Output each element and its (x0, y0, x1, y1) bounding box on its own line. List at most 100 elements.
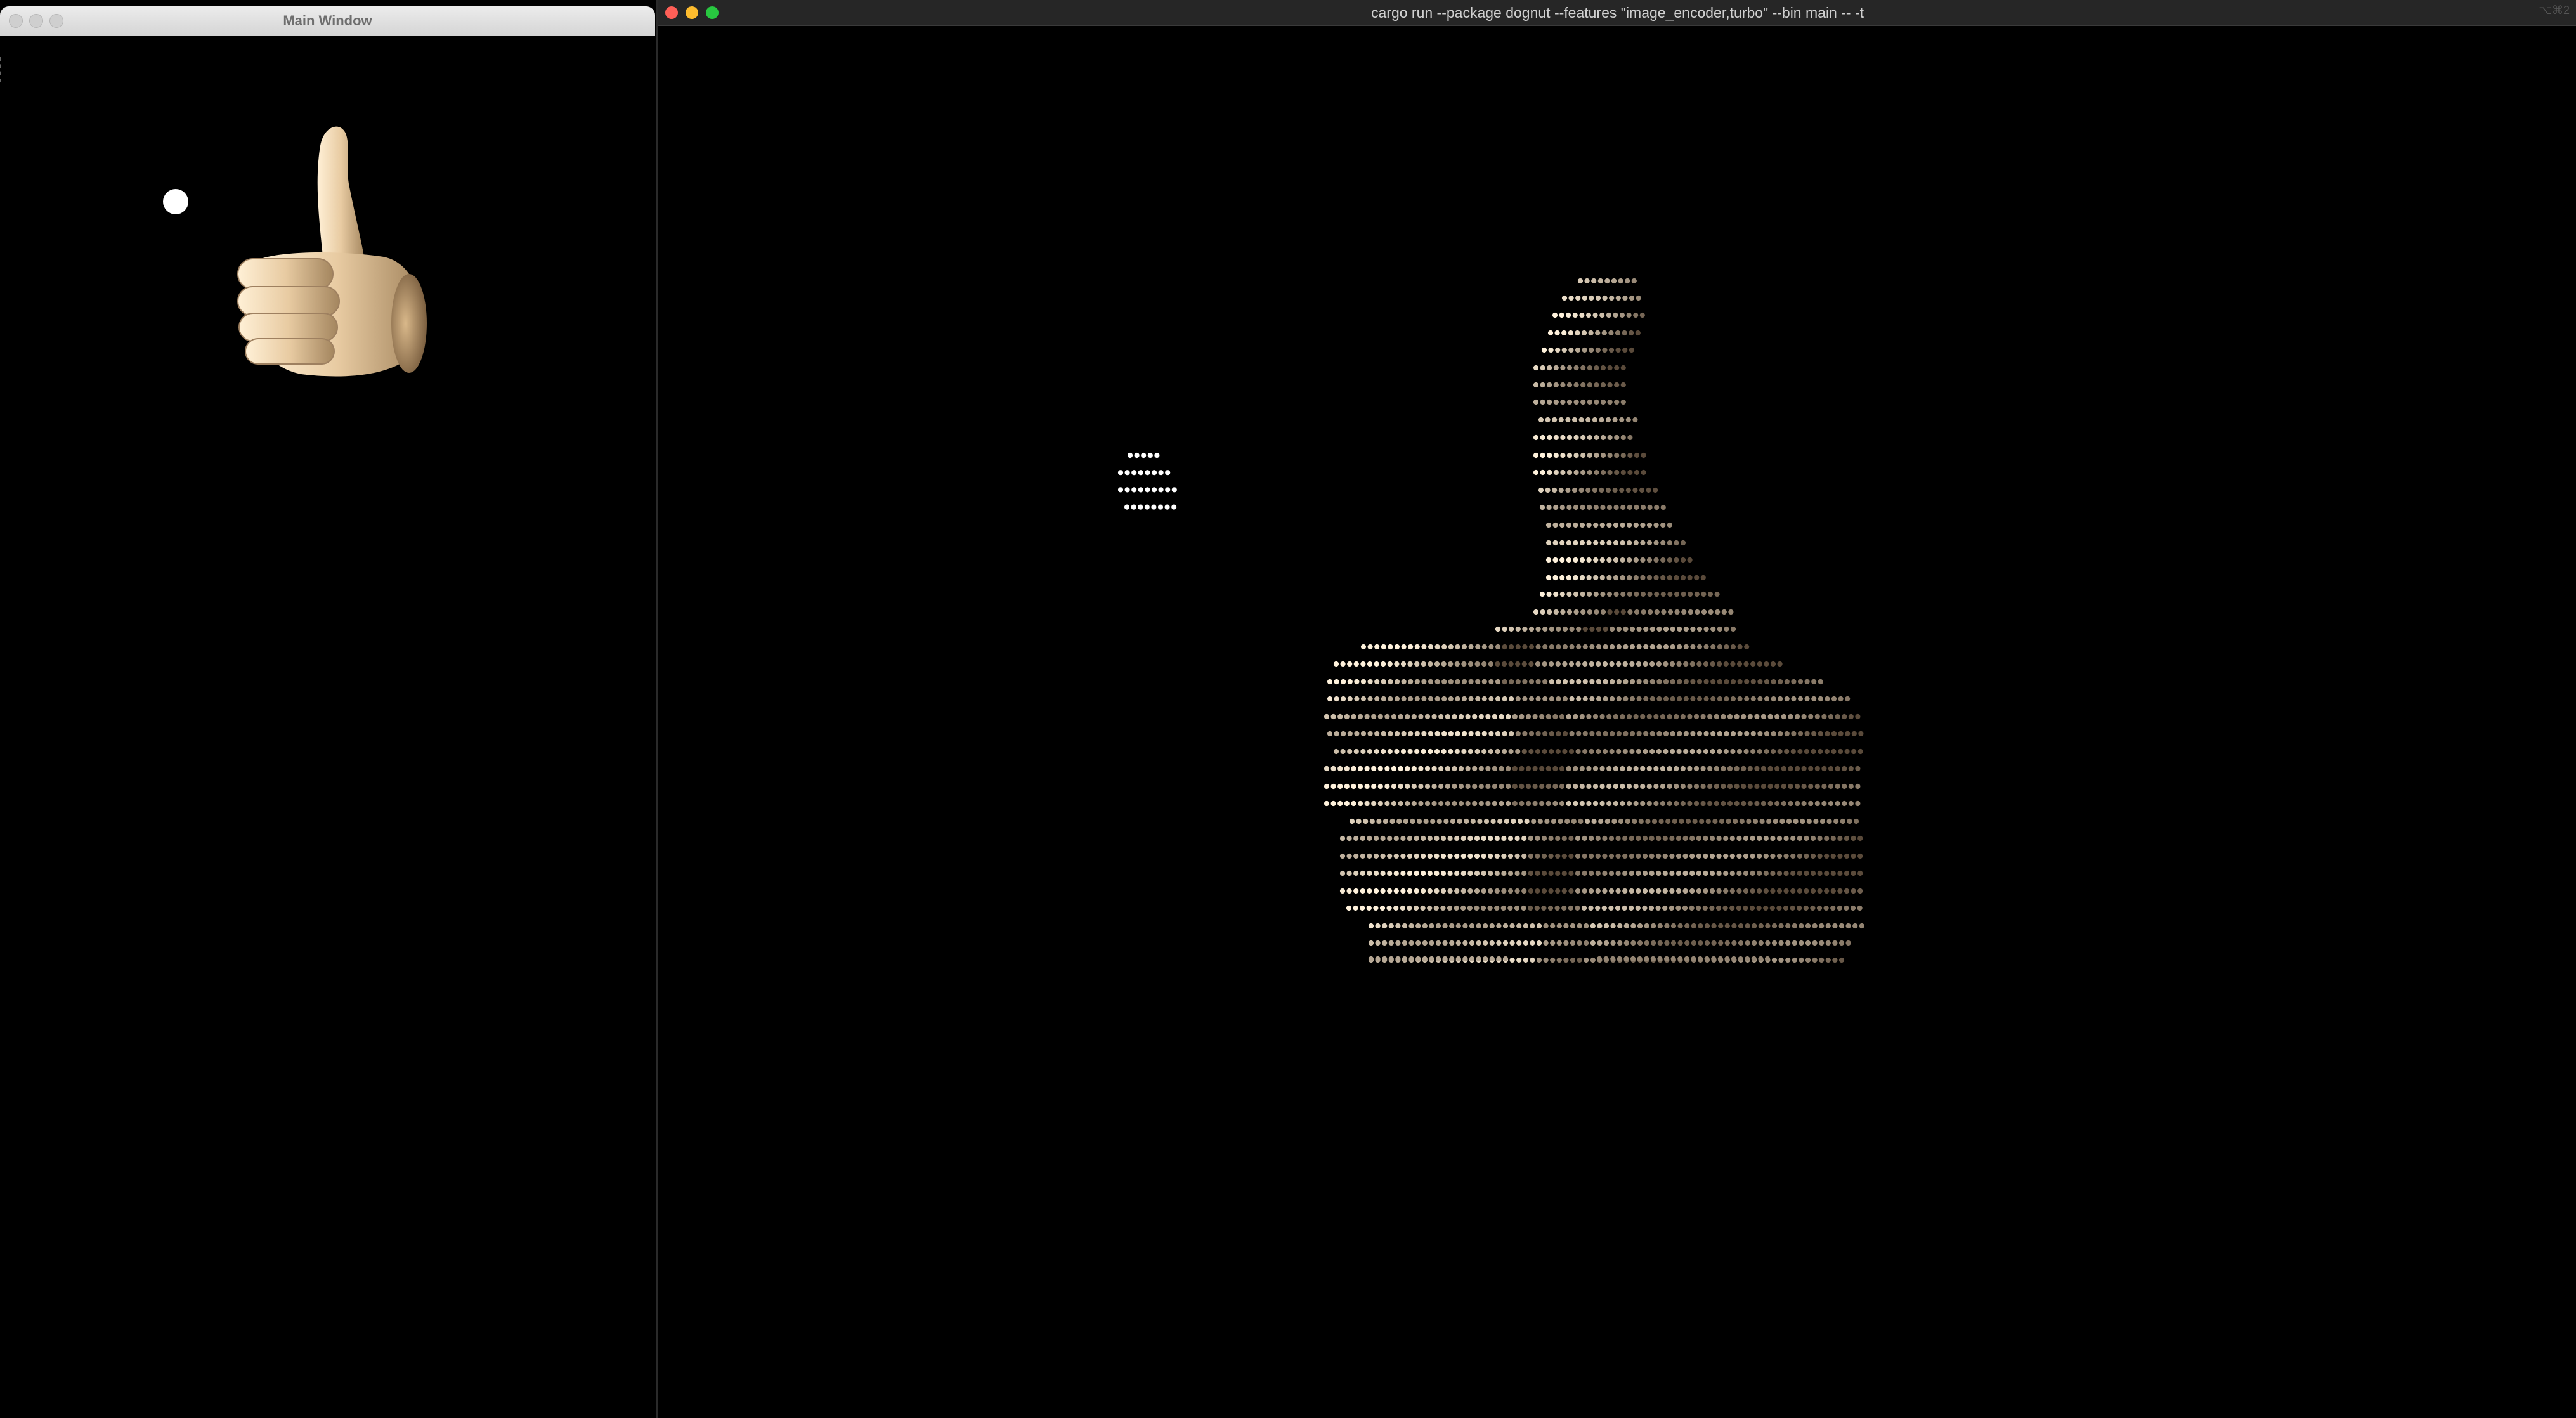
render-dot (1552, 540, 1558, 546)
render-dot (1543, 940, 1549, 946)
render-dot (1613, 312, 1618, 318)
main-window-titlebar[interactable]: Main Window (0, 6, 655, 36)
render-dot (1848, 713, 1854, 720)
render-dot (1622, 295, 1628, 301)
render-dot (1414, 679, 1420, 685)
render-dot (1475, 696, 1481, 702)
render-dot (1651, 940, 1656, 946)
render-dot (1563, 957, 1569, 963)
render-dot (1710, 626, 1716, 632)
render-dot (1656, 731, 1662, 737)
render-dot (1522, 696, 1528, 702)
render-dot (1556, 940, 1562, 946)
minimize-button[interactable] (686, 6, 698, 19)
render-dot (1541, 347, 1547, 353)
render-dot (1504, 818, 1509, 824)
render-dot (1344, 800, 1350, 807)
terminal-window[interactable]: cargo run --package dognut --features "i… (656, 0, 2576, 1418)
render-dot (1340, 748, 1346, 755)
render-dot (1579, 522, 1585, 528)
render-dot (1595, 295, 1601, 301)
render-dot (1821, 713, 1827, 720)
render-dot (1636, 661, 1642, 667)
render-dot (1804, 888, 1809, 894)
main-window[interactable]: Main Window (0, 6, 655, 1418)
render-dot (1387, 853, 1393, 859)
render-dot (1656, 644, 1662, 650)
render-dot (1435, 923, 1441, 929)
render-dot (1842, 765, 1847, 772)
render-dot (1561, 905, 1567, 911)
render-dot (1680, 713, 1686, 720)
close-button[interactable] (665, 6, 678, 19)
render-dot (1632, 818, 1637, 824)
render-dot (1656, 888, 1662, 894)
render-dot (1653, 557, 1659, 563)
render-dot (1475, 731, 1481, 737)
render-dot (1483, 940, 1488, 946)
render-dot (1613, 575, 1619, 581)
render-dot (1582, 888, 1587, 894)
render-dot (1548, 835, 1554, 842)
render-dot (1799, 923, 1804, 929)
render-dot (1857, 870, 1863, 876)
render-dot (1584, 957, 1589, 963)
render-dot (1613, 713, 1618, 720)
render-dot (1634, 469, 1640, 476)
render-dot (1693, 800, 1700, 807)
render-dot (1552, 557, 1558, 563)
render-dot (1354, 679, 1360, 685)
render-dot (1627, 504, 1632, 511)
render-dot (1646, 487, 1651, 493)
render-dot (1677, 940, 1683, 946)
render-dot (1670, 731, 1675, 737)
render-dot (1481, 679, 1487, 685)
render-dot (1530, 957, 1535, 963)
zoom-button[interactable] (706, 6, 719, 19)
render-dot (1620, 382, 1626, 388)
render-dot (1704, 940, 1710, 946)
render-dot (1587, 609, 1592, 615)
render-dot (1324, 783, 1330, 790)
render-dot (1570, 940, 1576, 946)
render-dot (1381, 679, 1386, 685)
render-dot (1610, 626, 1615, 632)
render-dot (1727, 713, 1733, 720)
render-dot (1814, 783, 1820, 790)
render-dot (1599, 783, 1605, 790)
render-dot (1364, 783, 1370, 790)
zoom-button[interactable] (49, 14, 63, 28)
render-dot (1729, 905, 1735, 911)
render-dot (1580, 452, 1586, 459)
render-dot (1828, 783, 1834, 790)
render-dot (1393, 853, 1399, 859)
render-dot (1549, 696, 1554, 702)
render-dot (1636, 835, 1641, 842)
render-dot (1757, 748, 1762, 755)
render-dot (1587, 365, 1592, 371)
render-dot (1764, 661, 1769, 667)
render-dot (1603, 626, 1608, 632)
render-dot (1599, 417, 1604, 423)
terminal-titlebar[interactable]: cargo run --package dognut --features "i… (658, 0, 2576, 26)
render-dot (1818, 679, 1823, 685)
render-dot (1545, 783, 1551, 790)
render-dot (1726, 818, 1731, 824)
render-dot (1615, 835, 1621, 842)
render-dot (1597, 923, 1603, 929)
render-dot (1595, 853, 1601, 859)
render-dot (1421, 888, 1426, 894)
render-dot (1124, 504, 1130, 510)
render-dot (1395, 956, 1401, 962)
render-dot (1467, 835, 1473, 842)
render-dot (1405, 765, 1410, 772)
close-button[interactable] (9, 14, 23, 28)
render-dot (1606, 800, 1612, 807)
render-dot (1592, 800, 1599, 807)
render-dot (1721, 765, 1726, 772)
minimize-button[interactable] (29, 14, 43, 28)
render-dot (1535, 626, 1541, 632)
render-dot (1757, 853, 1762, 859)
render-dot (1838, 940, 1845, 946)
render-dot (1819, 940, 1825, 946)
